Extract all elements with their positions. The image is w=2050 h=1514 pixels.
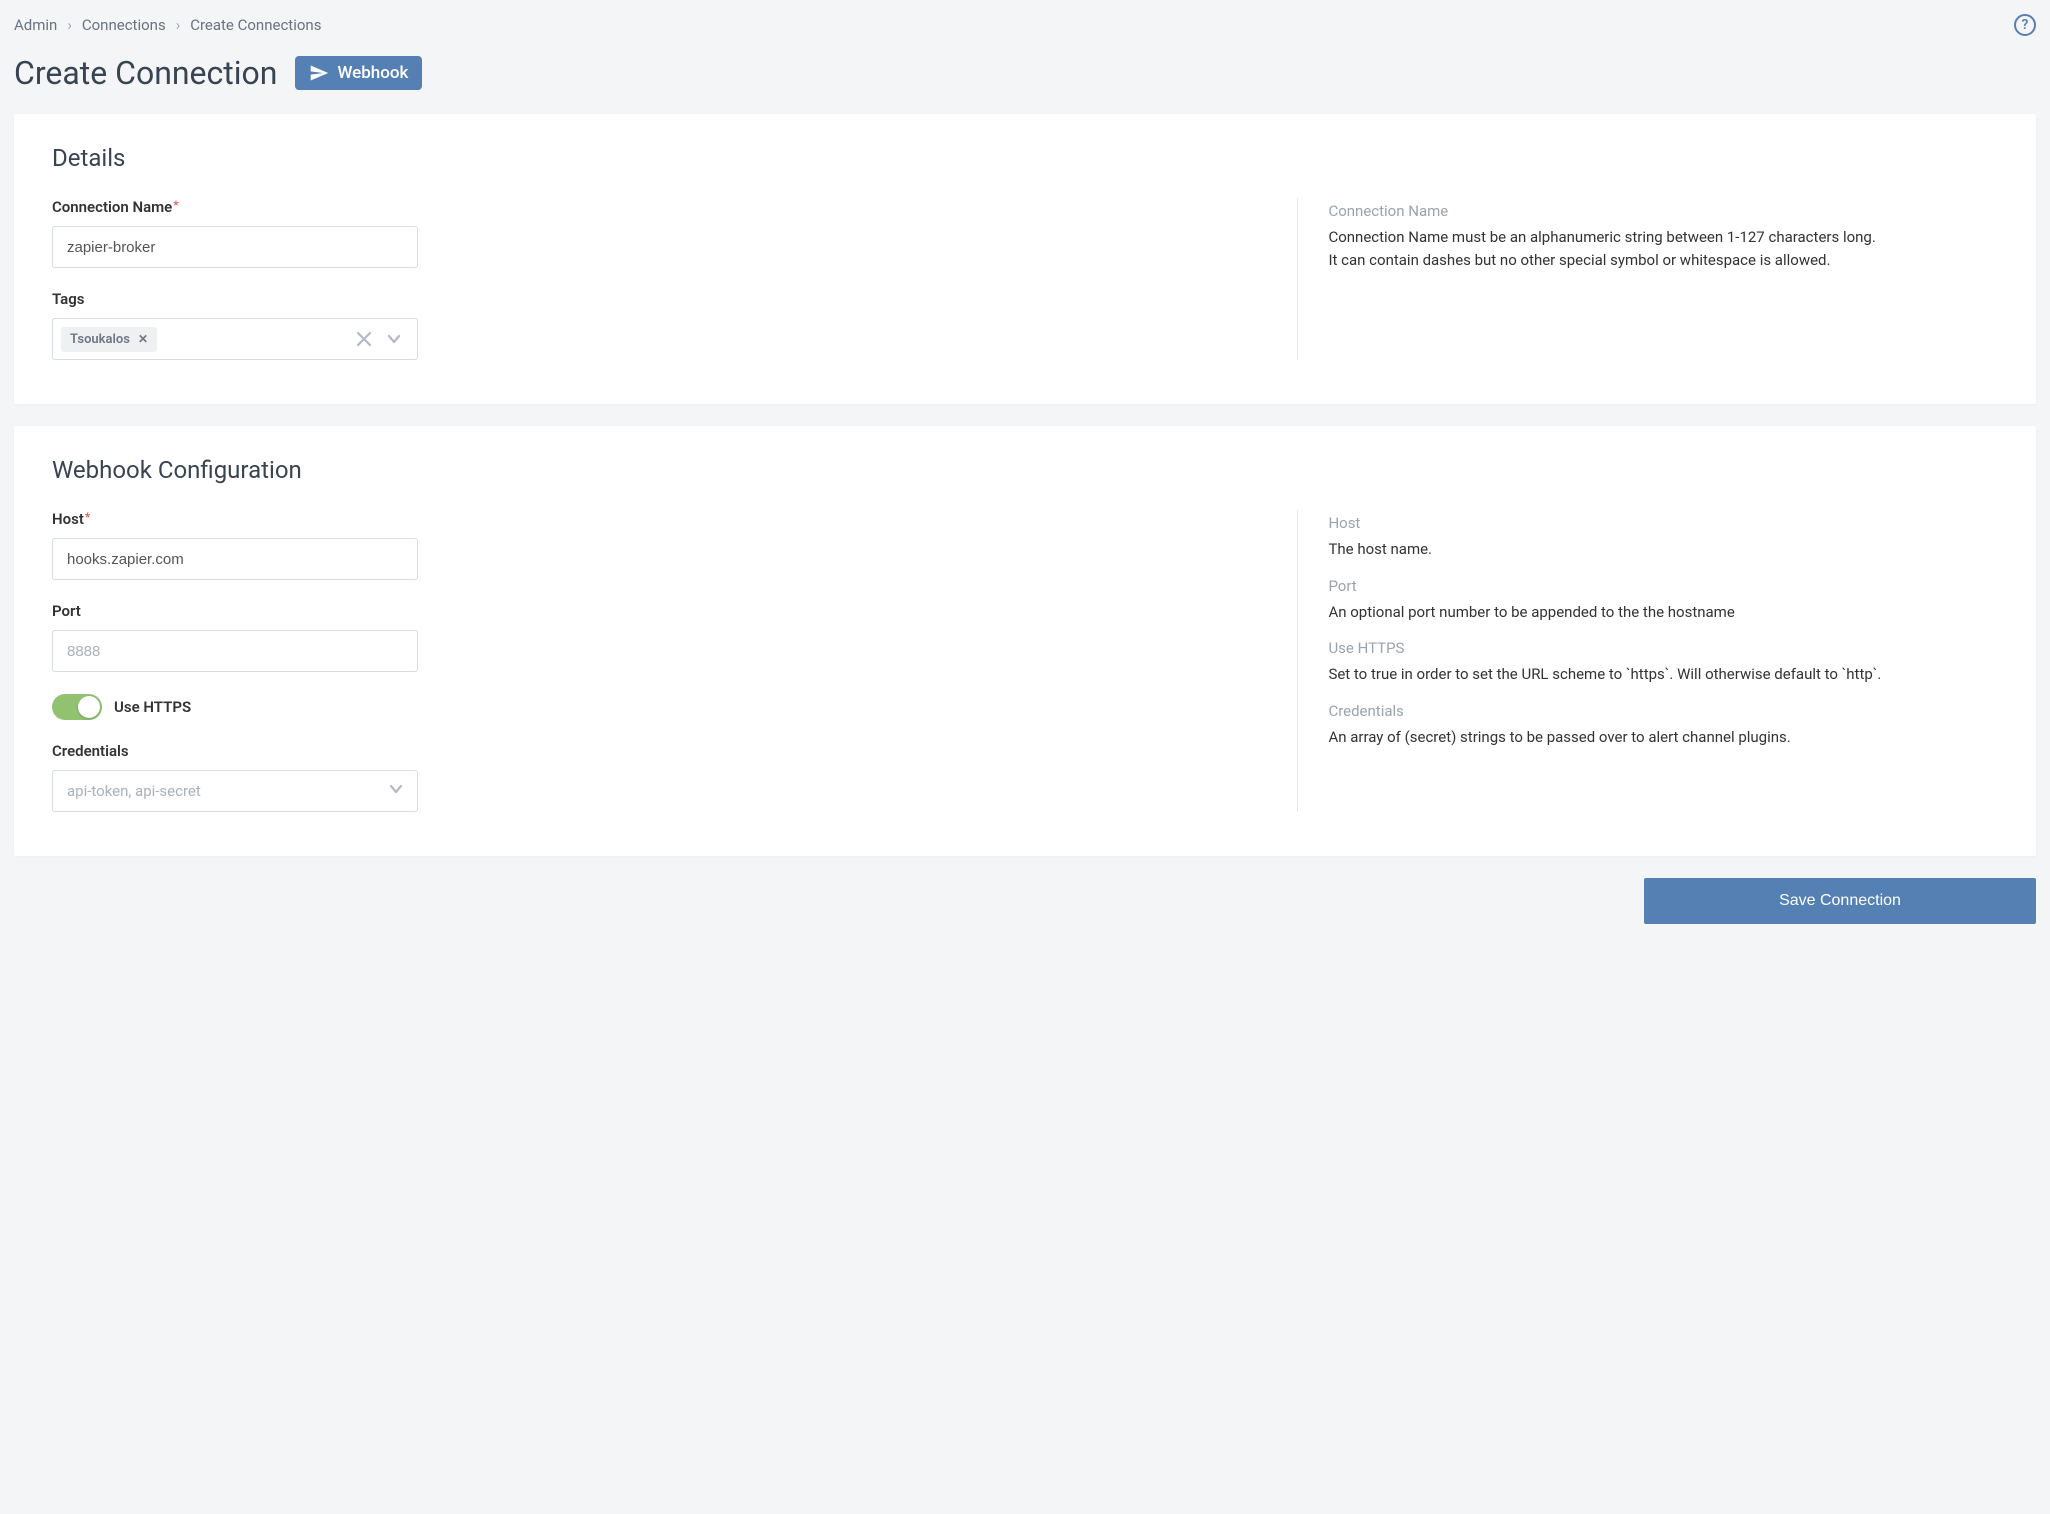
help-title-connection-name: Connection Name	[1328, 202, 1998, 220]
chevron-down-icon	[389, 782, 403, 800]
connection-name-label: Connection Name*	[52, 198, 1267, 216]
credentials-placeholder: api-token, api-secret	[67, 782, 201, 800]
help-body-port: An optional port number to be appended t…	[1328, 601, 1998, 624]
chevron-down-icon[interactable]	[383, 328, 405, 350]
webhook-config-card: Webhook Configuration Host* Port Use HTT…	[14, 426, 2036, 856]
connection-name-input[interactable]	[52, 226, 418, 268]
help-title-host: Host	[1328, 514, 1998, 532]
help-body-host: The host name.	[1328, 538, 1998, 561]
help-title-credentials: Credentials	[1328, 702, 1998, 720]
chevron-right-icon: ›	[176, 16, 181, 34]
tags-clear-icon[interactable]	[353, 328, 375, 350]
toggle-knob	[78, 696, 100, 718]
use-https-toggle[interactable]	[52, 694, 102, 720]
help-title-https: Use HTTPS	[1328, 639, 1998, 657]
help-icon[interactable]: ?	[2014, 14, 2036, 36]
credentials-select[interactable]: api-token, api-secret	[52, 770, 418, 812]
webhook-config-title: Webhook Configuration	[52, 456, 1998, 484]
port-input[interactable]	[52, 630, 418, 672]
help-body-credentials: An array of (secret) strings to be passe…	[1328, 726, 1998, 749]
host-input[interactable]	[52, 538, 418, 580]
details-title: Details	[52, 144, 1998, 172]
connection-type-label: Webhook	[337, 63, 408, 83]
save-connection-button[interactable]: Save Connection	[1644, 878, 2036, 924]
credentials-label: Credentials	[52, 742, 1267, 760]
details-card: Details Connection Name* Tags Tsoukalos …	[14, 114, 2036, 404]
help-title-port: Port	[1328, 577, 1998, 595]
port-label: Port	[52, 602, 1267, 620]
webhook-icon	[309, 63, 329, 83]
breadcrumb-admin[interactable]: Admin	[14, 16, 57, 34]
help-body-https: Set to true in order to set the URL sche…	[1328, 663, 1998, 686]
chevron-right-icon: ›	[67, 16, 72, 34]
page-title: Create Connection	[14, 54, 277, 92]
connection-type-badge: Webhook	[295, 56, 422, 90]
breadcrumb-create-connections: Create Connections	[190, 16, 321, 34]
tag-chip-label: Tsoukalos	[70, 332, 130, 347]
use-https-label: Use HTTPS	[114, 698, 191, 716]
tags-label: Tags	[52, 290, 1267, 308]
host-label: Host*	[52, 510, 1267, 528]
help-body-connection-name-1: Connection Name must be an alphanumeric …	[1328, 226, 1998, 249]
breadcrumbs: Admin › Connections › Create Connections	[14, 16, 321, 34]
tag-remove-icon[interactable]: ✕	[138, 332, 148, 346]
breadcrumb-connections[interactable]: Connections	[82, 16, 166, 34]
tag-chip: Tsoukalos ✕	[61, 327, 157, 352]
help-body-connection-name-2: It can contain dashes but no other speci…	[1328, 249, 1998, 272]
tags-combobox[interactable]: Tsoukalos ✕	[52, 318, 418, 360]
